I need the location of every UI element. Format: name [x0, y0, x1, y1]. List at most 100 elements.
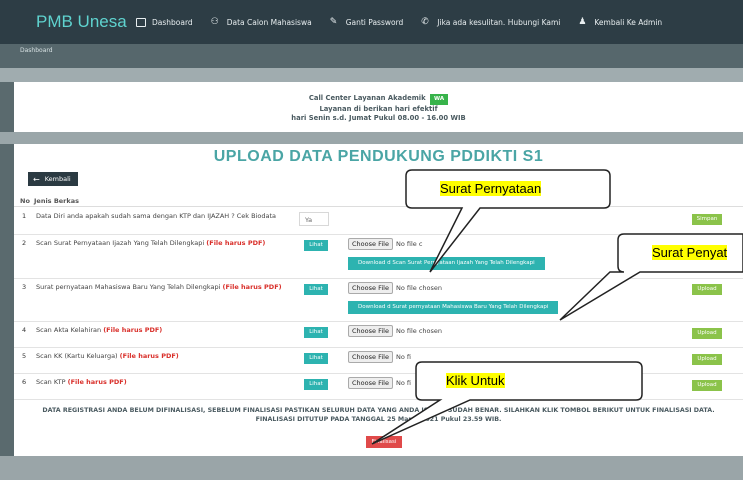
- row-number: 1: [22, 212, 27, 220]
- arrow-left-icon: ←: [33, 174, 40, 184]
- row-description-text: Scan KK (Kartu Keluarga): [36, 352, 118, 360]
- file-status: No file chosen: [395, 326, 442, 335]
- pdf-note: (File harus PDF): [206, 239, 266, 247]
- brand-logo[interactable]: PMB Unesa: [36, 12, 136, 32]
- breadcrumb[interactable]: Dashboard: [20, 47, 53, 54]
- nav-kembali-admin-label: Kembali Ke Admin: [594, 17, 663, 27]
- file-status: No fi: [395, 352, 411, 361]
- row-description-text: Surat pernyataan Mahasiswa Baru Yang Tel…: [36, 283, 221, 291]
- callout-label-2: Surat Penyat: [652, 245, 728, 260]
- choose-file-button[interactable]: Choose File: [348, 281, 393, 294]
- service-hours-text: hari Senin s.d. Jumat Pukul 08.00 - 16.0…: [291, 114, 466, 122]
- call-center-info: Call Center Layanan Akademik WA Layanan …: [14, 82, 743, 132]
- choose-file-button[interactable]: Choose File: [348, 376, 393, 389]
- notice-line-2: FINALISASI DITUTUP PADA TANGGAL 25 Maret…: [255, 416, 502, 423]
- call-center-label: Call Center Layanan Akademik: [308, 94, 426, 102]
- choose-file-button[interactable]: Choose File: [348, 324, 393, 337]
- table-row: 6 Scan KTP (File harus PDF) Lihat Choose…: [14, 374, 743, 400]
- nav-menu: Dashboard ⚇ Data Calon Mahasiswa ✎ Ganti…: [136, 16, 680, 27]
- file-input[interactable]: Choose File No file chosen: [348, 281, 442, 294]
- header-jenis-berkas: Jenis Berkas: [34, 197, 79, 205]
- row-number: 5: [22, 352, 27, 360]
- table-row: 1 Data Diri anda apakah sudah sama denga…: [14, 208, 743, 235]
- nav-dashboard[interactable]: Dashboard: [136, 17, 193, 27]
- table-row: 3 Surat pernyataan Mahasiswa Baru Yang T…: [14, 279, 743, 322]
- biodata-confirm-select[interactable]: Ya: [299, 212, 329, 226]
- simpan-button[interactable]: Simpan: [692, 214, 722, 225]
- file-input[interactable]: Choose File No fi: [348, 350, 411, 363]
- row-description: Scan Surat Pernyataan Ijazah Yang Telah …: [36, 239, 286, 247]
- back-button[interactable]: ← Kembali: [28, 172, 78, 186]
- lihat-button[interactable]: Lihat: [304, 284, 328, 295]
- download-template-button[interactable]: Download d Scan Surat Pernyataan Ijazah …: [348, 257, 545, 270]
- row-number: 4: [22, 326, 27, 334]
- table-header: No Jenis Berkas: [14, 195, 743, 207]
- row-description-text: Scan KTP: [36, 378, 66, 386]
- finalisasi-button[interactable]: Finalisasi: [366, 436, 402, 448]
- nav-hubungi-kami-label: Jika ada kesulitan. Hubungi Kami: [437, 17, 561, 27]
- file-input[interactable]: Choose File No file c: [348, 237, 423, 250]
- upload-button[interactable]: Upload: [692, 284, 722, 295]
- row-description: Scan KK (Kartu Keluarga) (File harus PDF…: [36, 352, 286, 360]
- table-row: 4 Scan Akta Kelahiran (File harus PDF) L…: [14, 322, 743, 348]
- file-status: No fi: [395, 378, 411, 387]
- phone-icon: ✆: [421, 16, 429, 27]
- pdf-note: (File harus PDF): [67, 378, 127, 386]
- row-description-text: Scan Surat Pernyataan Ijazah Yang Telah …: [36, 239, 205, 247]
- background-strip-2: [0, 132, 743, 144]
- background-strip: [0, 68, 743, 82]
- callout-label-1: Surat Pernyataan: [440, 181, 542, 196]
- lihat-button[interactable]: Lihat: [304, 379, 328, 390]
- lihat-button[interactable]: Lihat: [304, 240, 328, 251]
- upload-panel: UPLOAD DATA PENDUKUNG PDDIKTI S1 ← Kemba…: [14, 144, 743, 456]
- finalization-notice: DATA REGISTRASI ANDA BELUM DIFINALISASI,…: [14, 406, 743, 424]
- callout-text-2: Surat Penyat: [652, 245, 728, 260]
- row-number: 6: [22, 378, 27, 386]
- callout-label-3: Klik Untuk: [446, 373, 505, 388]
- upload-button[interactable]: Upload: [692, 354, 722, 365]
- breadcrumb-bar: Dashboard: [0, 44, 743, 68]
- callout-text-1: Surat Pernyataan: [440, 181, 542, 196]
- nav-kembali-admin[interactable]: ♟ Kembali Ke Admin: [578, 16, 663, 27]
- choose-file-button[interactable]: Choose File: [348, 350, 393, 363]
- lihat-button[interactable]: Lihat: [304, 353, 328, 364]
- user-icon: ♟: [578, 16, 587, 27]
- pdf-note: (File harus PDF): [119, 352, 179, 360]
- page-title: UPLOAD DATA PENDUKUNG PDDIKTI S1: [213, 148, 544, 165]
- row-number: 3: [22, 283, 27, 291]
- nav-ganti-password-label: Ganti Password: [345, 17, 404, 27]
- row-description-text: Scan Akta Kelahiran: [36, 326, 102, 334]
- lihat-button[interactable]: Lihat: [304, 327, 328, 338]
- download-template-button[interactable]: Download d Surat pernyataan Mahasiswa Ba…: [348, 301, 559, 314]
- file-status: No file c: [395, 239, 423, 248]
- monitor-icon: [136, 17, 146, 27]
- table-row: 5 Scan KK (Kartu Keluarga) (File harus P…: [14, 348, 743, 374]
- back-button-label: Kembali: [44, 175, 71, 183]
- notice-line-1: DATA REGISTRASI ANDA BELUM DIFINALISASI,…: [42, 407, 715, 414]
- nav-data-calon-mahasiswa[interactable]: ⚇ Data Calon Mahasiswa: [210, 16, 312, 27]
- upload-button[interactable]: Upload: [692, 380, 722, 391]
- pencil-icon: ✎: [329, 16, 338, 27]
- file-input[interactable]: Choose File No file chosen: [348, 324, 442, 337]
- top-navbar: PMB Unesa Dashboard ⚇ Data Calon Mahasis…: [0, 0, 743, 44]
- pdf-note: (File harus PDF): [222, 283, 282, 291]
- row-description: Scan Akta Kelahiran (File harus PDF): [36, 326, 286, 334]
- nav-ganti-password[interactable]: ✎ Ganti Password: [329, 16, 404, 27]
- nav-dashboard-label: Dashboard: [152, 17, 193, 27]
- wa-button[interactable]: WA: [430, 94, 449, 105]
- callout-text-3: Klik Untuk: [446, 373, 505, 388]
- row-description: Surat pernyataan Mahasiswa Baru Yang Tel…: [36, 283, 286, 291]
- file-status: No file chosen: [395, 283, 442, 292]
- footer-strip: [0, 456, 743, 480]
- users-icon: ⚇: [210, 16, 219, 27]
- choose-file-button[interactable]: Choose File: [348, 237, 393, 250]
- pdf-note: (File harus PDF): [103, 326, 163, 334]
- file-input[interactable]: Choose File No fi: [348, 376, 411, 389]
- nav-hubungi-kami[interactable]: ✆ Jika ada kesulitan. Hubungi Kami: [421, 16, 561, 27]
- nav-data-calon-label: Data Calon Mahasiswa: [226, 17, 312, 27]
- header-no: No: [20, 197, 30, 205]
- row-description: Data Diri anda apakah sudah sama dengan …: [36, 212, 277, 220]
- service-days-text: Layanan di berikan hari efektif: [319, 105, 438, 113]
- upload-button[interactable]: Upload: [692, 328, 722, 339]
- row-number: 2: [22, 239, 27, 247]
